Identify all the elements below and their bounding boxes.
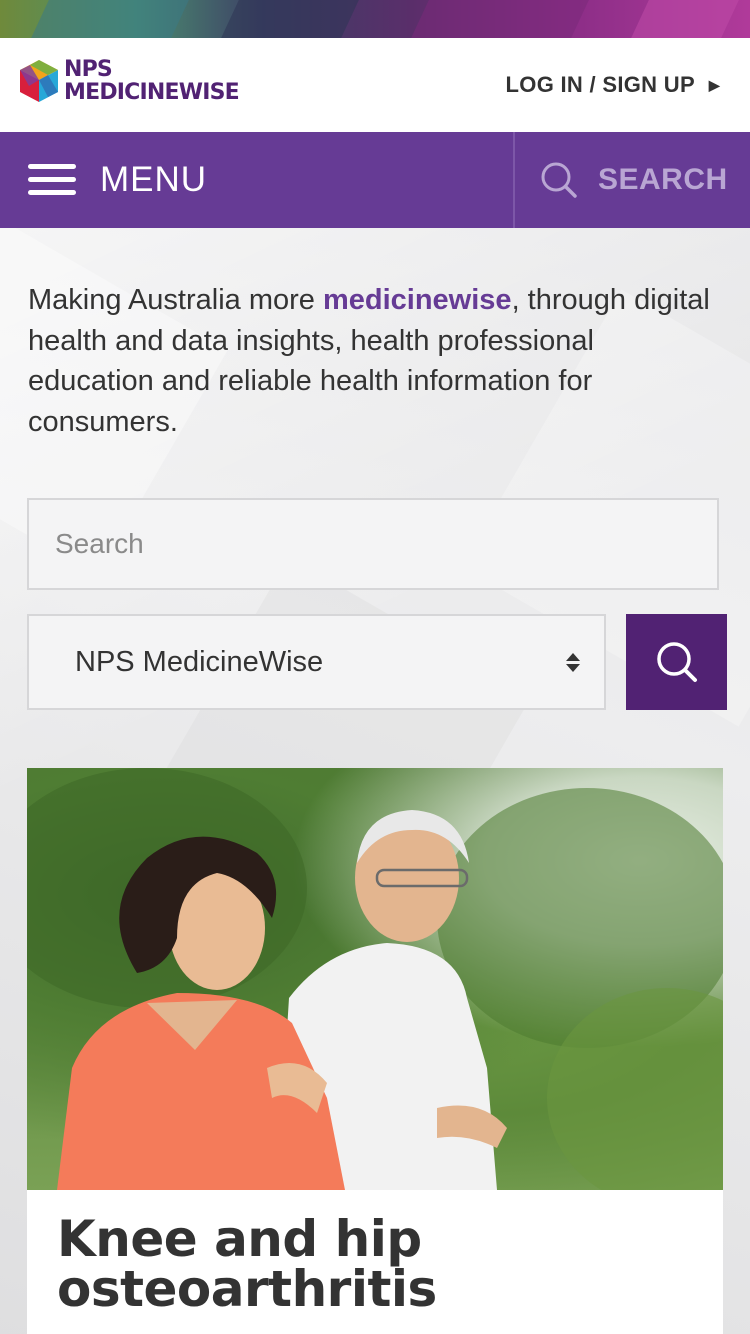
featured-article-title[interactable]: Knee and hip osteoarthritis (57, 1214, 697, 1314)
search-label: SEARCH (598, 163, 728, 196)
caret-right-icon: ▶ (708, 76, 720, 93)
intro-text: Making Australia more medicinewise, thro… (28, 280, 718, 442)
login-signup-link[interactable]: LOG IN / SIGN UP ▶ (506, 72, 720, 98)
menu-button[interactable]: MENU (28, 132, 207, 228)
select-arrows-icon (566, 652, 580, 672)
login-signup-label: LOG IN / SIGN UP (505, 72, 695, 97)
site-select-dropdown[interactable]: NPS MedicineWise (27, 614, 606, 710)
logo-cube-icon (20, 60, 58, 102)
nav-divider (513, 132, 515, 228)
featured-article-image (27, 768, 723, 1190)
decorative-top-banner (0, 0, 750, 38)
hamburger-icon (28, 164, 76, 196)
search-icon (656, 642, 697, 682)
site-select-value: NPS MedicineWise (75, 645, 324, 678)
main-navigation-bar: MENU SEARCH (0, 132, 750, 228)
search-submit-button[interactable] (626, 614, 727, 710)
logo-line-2: MEDICINEWISE (64, 80, 240, 105)
site-logo[interactable]: NPS MEDICINEWISE (18, 57, 240, 105)
brand-header: NPS MEDICINEWISE LOG IN / SIGN UP ▶ (0, 38, 750, 132)
nav-search-button[interactable]: SEARCH (540, 132, 728, 228)
search-input[interactable] (27, 498, 719, 590)
logo-line-1: NPS (64, 57, 113, 82)
search-icon (541, 162, 577, 198)
intro-accent-word: medicinewise (322, 284, 512, 316)
featured-article-card[interactable]: Knee and hip osteoarthritis (27, 768, 723, 1334)
menu-label: MENU (100, 160, 208, 199)
intro-text-start: Making Australia more (28, 284, 323, 316)
